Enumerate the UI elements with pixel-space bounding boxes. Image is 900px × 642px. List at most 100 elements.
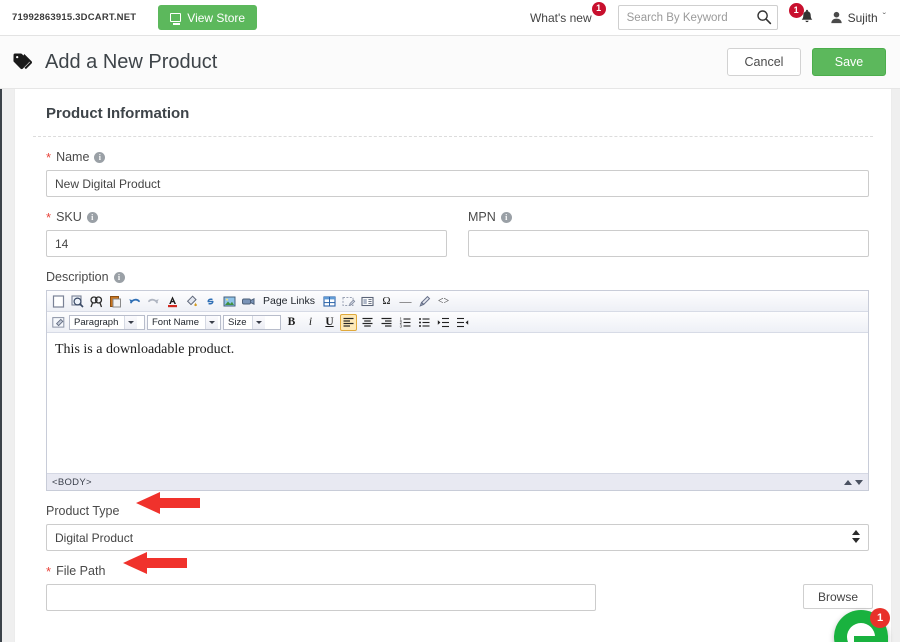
mpn-label: MPN (468, 210, 496, 224)
page-header: Add a New Product Cancel Save (0, 36, 900, 89)
info-icon[interactable]: i (500, 211, 512, 223)
chevron-down-icon (124, 315, 138, 329)
file-path-label: File Path (56, 564, 106, 578)
store-url-label: 71992863915.3DCART.NET (12, 12, 137, 23)
chevron-down-icon (252, 315, 266, 329)
paragraph-format-select[interactable]: Paragraph (69, 314, 145, 330)
product-type-selected-value: Digital Product (55, 530, 134, 545)
file-path-input[interactable] (46, 584, 596, 611)
paragraph-format-label: Paragraph (74, 316, 119, 328)
save-button[interactable]: Save (812, 48, 886, 76)
product-type-label: Product Type (46, 504, 120, 518)
ordered-list-icon[interactable]: 123 (397, 314, 414, 331)
style-brush-icon[interactable] (50, 314, 67, 331)
editor-resize-handles[interactable] (844, 479, 863, 485)
cleanup-icon[interactable] (416, 293, 433, 310)
field-name: * Name i (33, 137, 873, 197)
monitor-icon (170, 13, 182, 25)
chevron-down-icon: ˇ (882, 11, 886, 23)
font-size-label: Size (228, 316, 247, 328)
editor-path-label: <BODY> (52, 476, 92, 488)
unordered-list-icon[interactable] (416, 314, 433, 331)
top-bar-right: What's new 1 1 (530, 1, 886, 30)
field-description: Description i Page Links Ω — <> Paragrap… (33, 257, 873, 491)
insert-image-icon[interactable] (221, 293, 238, 310)
user-avatar-icon (830, 11, 842, 24)
tag-icon (13, 53, 33, 70)
bold-button[interactable]: B (283, 314, 300, 331)
search-input[interactable] (617, 5, 778, 30)
required-asterisk: * (46, 563, 52, 579)
preview-icon[interactable] (69, 293, 86, 310)
insert-link-icon[interactable] (202, 293, 219, 310)
field-product-type: Product Type Digital Product (33, 491, 873, 551)
user-name-label: Sujith (847, 10, 878, 25)
new-document-icon[interactable] (50, 293, 67, 310)
find-replace-icon[interactable] (88, 293, 105, 310)
background-color-icon[interactable] (183, 293, 200, 310)
page-title: Add a New Product (45, 50, 218, 73)
mpn-input[interactable] (468, 230, 869, 257)
view-store-button[interactable]: View Store (158, 5, 258, 30)
sku-label: SKU (56, 210, 82, 224)
triangle-up-icon[interactable] (844, 479, 852, 485)
align-left-icon[interactable] (340, 313, 357, 331)
user-menu[interactable]: Sujith ˇ (830, 11, 886, 25)
outdent-icon[interactable] (454, 314, 471, 331)
source-code-icon[interactable]: <> (435, 293, 452, 310)
table-properties-icon[interactable] (359, 293, 376, 310)
chat-bubble-tail (854, 636, 888, 642)
font-name-label: Font Name (152, 316, 199, 328)
insert-media-icon[interactable] (240, 293, 257, 310)
search-icon[interactable] (756, 9, 772, 25)
whats-new-link[interactable]: What's new 1 (530, 1, 606, 25)
browse-button[interactable]: Browse (802, 584, 873, 609)
triangle-down-icon[interactable] (855, 479, 863, 485)
cancel-button[interactable]: Cancel (727, 48, 801, 76)
rich-text-editor: Page Links Ω — <> Paragraph Font Name Si… (46, 290, 869, 491)
top-bar: 71992863915.3DCART.NET View Store What's… (0, 0, 900, 36)
search-box (617, 5, 778, 30)
field-sku: * SKU i (46, 210, 447, 257)
info-icon[interactable]: i (94, 151, 106, 163)
info-icon[interactable]: i (86, 211, 98, 223)
editor-toolbar-row-1: Page Links Ω — <> (47, 291, 868, 312)
paste-icon[interactable] (107, 293, 124, 310)
notifications-button[interactable]: 1 (788, 2, 816, 27)
align-center-icon[interactable] (359, 314, 376, 331)
editor-content-area[interactable]: This is a downloadable product. (47, 333, 868, 473)
product-type-select[interactable]: Digital Product (46, 524, 869, 551)
view-store-label: View Store (187, 10, 246, 25)
indent-icon[interactable] (435, 314, 452, 331)
table-cell-icon[interactable] (340, 293, 357, 310)
notifications-badge: 1 (788, 2, 804, 18)
page-body: Product Information * Name i * SKU i (0, 89, 900, 642)
align-right-icon[interactable] (378, 314, 395, 331)
horizontal-rule-icon[interactable]: — (397, 293, 414, 310)
editor-status-bar: <BODY> (47, 473, 868, 490)
product-type-select-wrap: Digital Product (46, 524, 869, 551)
sidebar-rail (0, 89, 2, 642)
required-asterisk: * (46, 149, 52, 165)
underline-button[interactable]: U (321, 314, 338, 331)
mpn-label-row: MPN i (468, 210, 869, 224)
info-icon[interactable]: i (113, 271, 125, 283)
font-size-select[interactable]: Size (223, 314, 281, 330)
product-information-card: Product Information * Name i * SKU i (14, 89, 892, 642)
italic-button[interactable]: i (302, 314, 319, 331)
description-label-row: Description i (46, 270, 869, 284)
sku-input[interactable] (46, 230, 447, 257)
undo-icon[interactable] (126, 293, 143, 310)
font-name-select[interactable]: Font Name (147, 314, 221, 330)
chevron-down-icon (205, 315, 218, 329)
text-color-icon[interactable] (164, 293, 181, 310)
editor-toolbar-row-2: Paragraph Font Name Size B i U 1 2 3 (47, 312, 868, 333)
redo-icon[interactable] (145, 293, 162, 310)
chat-bubble-dot (861, 629, 866, 634)
whats-new-badge: 1 (591, 1, 606, 16)
page-links-button[interactable]: Page Links (259, 295, 319, 307)
insert-table-icon[interactable] (321, 293, 338, 310)
special-character-icon[interactable]: Ω (378, 293, 395, 310)
name-input[interactable] (46, 170, 869, 197)
product-type-label-row: Product Type (46, 504, 869, 518)
